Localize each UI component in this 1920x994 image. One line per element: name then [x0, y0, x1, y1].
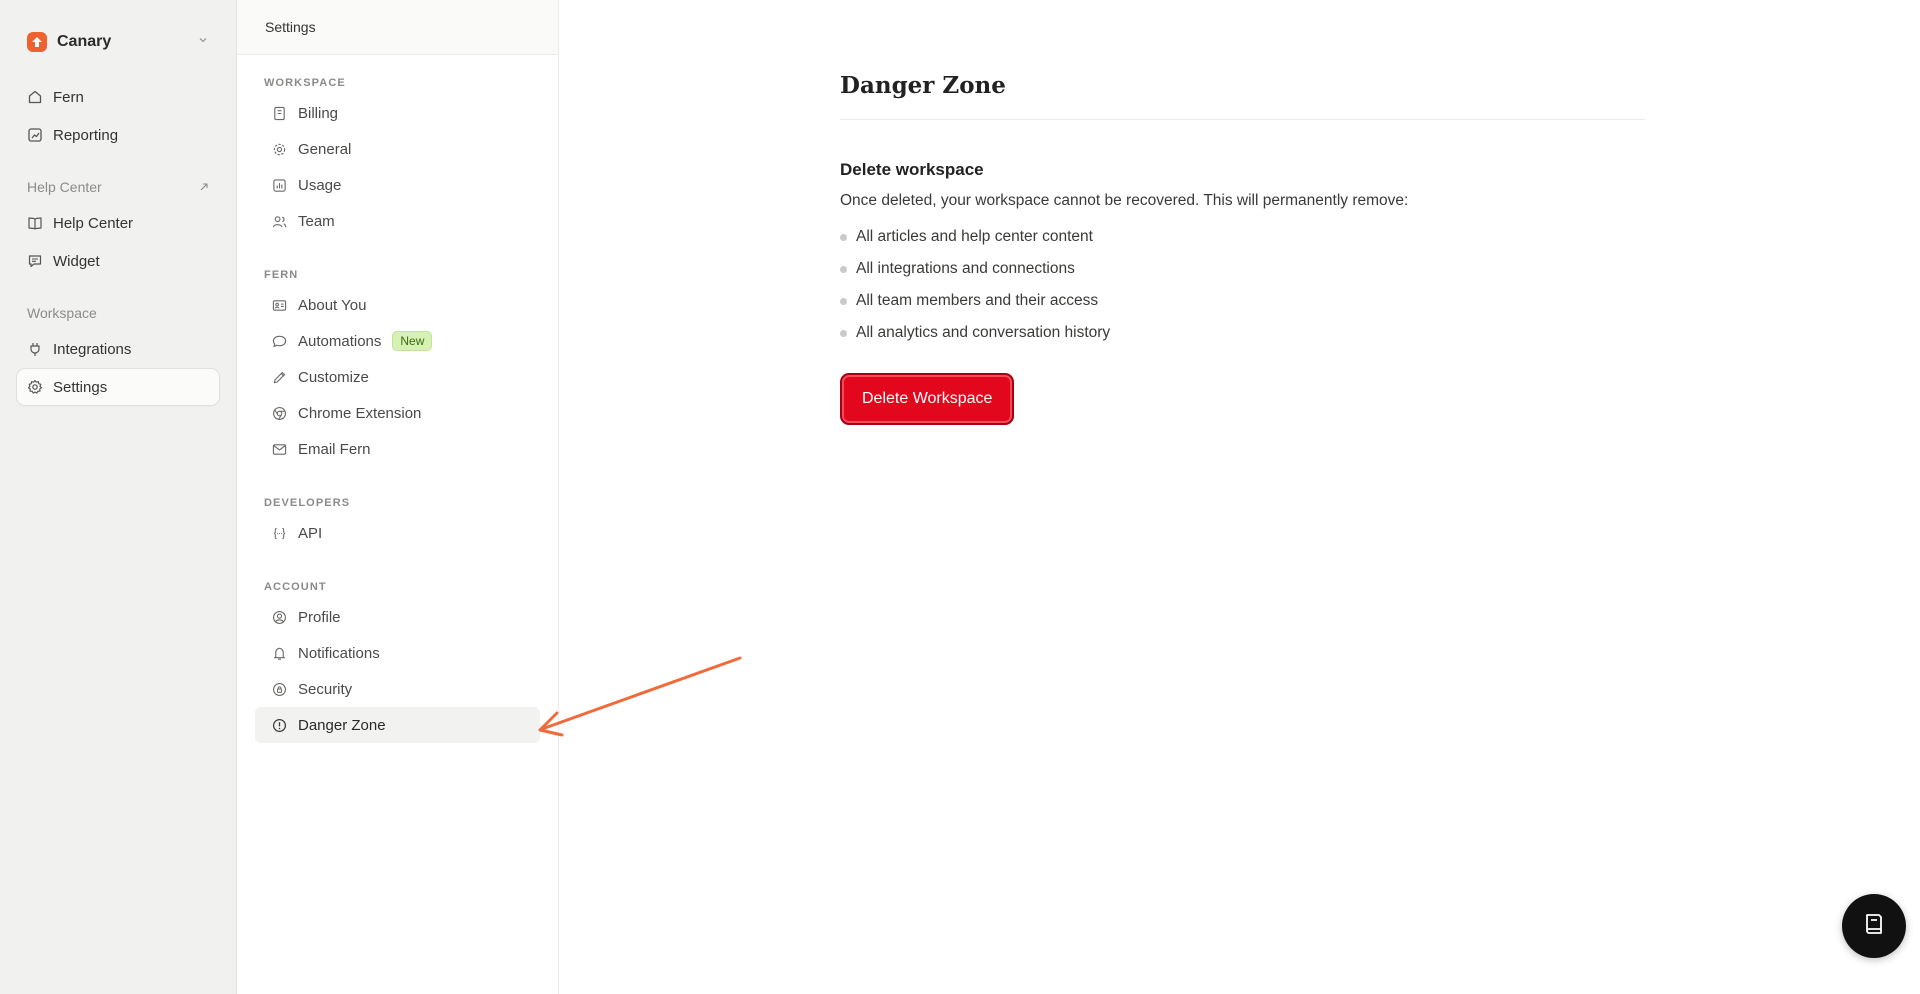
- message-icon: [27, 253, 43, 269]
- chrome-icon: [271, 405, 287, 421]
- list-item: All analytics and conversation history: [840, 317, 1645, 349]
- bar-chart-icon: [271, 177, 287, 193]
- removal-list: All articles and help center content All…: [840, 221, 1645, 349]
- nav-item-label: Fern: [53, 88, 84, 106]
- new-badge: New: [392, 331, 433, 351]
- warning-description: Once deleted, your workspace cannot be r…: [840, 192, 1409, 209]
- workspace-name: Canary: [57, 33, 112, 50]
- gear-icon: [27, 379, 43, 395]
- nav-item-integrations[interactable]: Integrations: [17, 331, 219, 367]
- settings-item-label: Profile: [298, 608, 341, 626]
- code-braces-icon: [271, 525, 287, 541]
- app-sidebar: Canary Fern Reporting Help Center Help C…: [0, 0, 237, 994]
- settings-item-chrome-extension[interactable]: Chrome Extension: [255, 395, 540, 431]
- bullet-icon: [840, 265, 847, 273]
- settings-item-team[interactable]: Team: [255, 203, 540, 239]
- nav-item-fern[interactable]: Fern: [17, 79, 219, 115]
- nav-item-reporting[interactable]: Reporting: [17, 117, 219, 153]
- nav-item-label: Help Center: [53, 214, 134, 232]
- alert-circle-icon: [271, 717, 287, 733]
- settings-item-profile[interactable]: Profile: [255, 599, 540, 635]
- page-title: Danger Zone: [840, 72, 1645, 120]
- settings-item-label: Team: [298, 212, 335, 230]
- bullet-icon: [840, 329, 847, 337]
- nav-item-widget[interactable]: Widget: [17, 243, 219, 279]
- nav-item-label: Settings: [53, 378, 108, 396]
- nav-item-help-center[interactable]: Help Center: [17, 205, 219, 241]
- settings-item-label: Security: [298, 680, 353, 698]
- list-item-text: All articles and help center content: [856, 228, 1093, 245]
- list-item-text: All team members and their access: [856, 292, 1099, 309]
- settings-item-danger-zone[interactable]: Danger Zone: [255, 707, 540, 743]
- settings-item-label: Billing: [298, 104, 339, 122]
- settings-item-label: About You: [298, 296, 367, 314]
- mail-icon: [271, 441, 287, 457]
- main-content: Danger Zone Delete workspace Once delete…: [559, 0, 1920, 994]
- id-card-icon: [271, 297, 287, 313]
- bell-icon: [271, 645, 287, 661]
- gear-icon: [271, 141, 287, 157]
- group-title-workspace: WORKSPACE: [264, 77, 346, 89]
- settings-item-label: Customize: [298, 368, 369, 386]
- list-item: All integrations and connections: [840, 253, 1645, 285]
- settings-item-email-fern[interactable]: Email Fern: [255, 431, 540, 467]
- list-item: All team members and their access: [840, 285, 1645, 317]
- chart-icon: [27, 127, 43, 143]
- settings-item-automations[interactable]: Automations New: [255, 323, 540, 359]
- settings-item-label: Usage: [298, 176, 342, 194]
- help-chat-button[interactable]: [1842, 894, 1906, 958]
- settings-header: Settings: [237, 0, 558, 55]
- list-item-text: All integrations and connections: [856, 260, 1075, 277]
- nav-item-label: Integrations: [53, 340, 132, 358]
- settings-item-label: General: [298, 140, 352, 158]
- settings-item-about-you[interactable]: About You: [255, 287, 540, 323]
- nav-section-workspace: Workspace: [17, 301, 219, 325]
- workspace-logo-icon: [27, 32, 47, 52]
- settings-item-label: API: [298, 524, 323, 542]
- nav-item-label: Widget: [53, 252, 100, 270]
- chat-bubble-icon: [271, 333, 287, 349]
- help-book-icon: [1861, 911, 1887, 942]
- settings-item-customize[interactable]: Customize: [255, 359, 540, 395]
- delete-workspace-button[interactable]: Delete Workspace: [840, 373, 1015, 425]
- group-title-account: ACCOUNT: [264, 581, 327, 593]
- settings-item-general[interactable]: General: [255, 131, 540, 167]
- app-root: Canary Fern Reporting Help Center Help C…: [0, 0, 1920, 994]
- section-label: Workspace: [27, 305, 97, 321]
- section-label: Help Center: [27, 179, 102, 195]
- list-item: All articles and help center content: [840, 221, 1645, 253]
- settings-item-billing[interactable]: Billing: [255, 95, 540, 131]
- settings-item-label: Chrome Extension: [298, 404, 422, 422]
- nav-item-settings[interactable]: Settings: [17, 369, 219, 405]
- shield-lock-icon: [271, 681, 287, 697]
- external-link-icon: [199, 179, 209, 195]
- settings-item-api[interactable]: API: [255, 515, 540, 551]
- group-title-fern: FERN: [264, 269, 299, 281]
- user-circle-icon: [271, 609, 287, 625]
- pencil-icon: [271, 369, 287, 385]
- group-title-developers: DEVELOPERS: [264, 497, 351, 509]
- bullet-icon: [840, 297, 847, 305]
- bullet-icon: [840, 233, 847, 241]
- settings-item-label: Danger Zone: [298, 716, 386, 734]
- receipt-icon: [271, 105, 287, 121]
- settings-item-notifications[interactable]: Notifications: [255, 635, 540, 671]
- book-icon: [27, 215, 43, 231]
- settings-sidebar: Settings WORKSPACE Billing General Usage…: [237, 0, 559, 994]
- settings-item-label: Automations: [298, 332, 382, 350]
- settings-item-security[interactable]: Security: [255, 671, 540, 707]
- settings-item-label: Notifications: [298, 644, 380, 662]
- workspace-switcher[interactable]: Canary: [17, 21, 219, 63]
- users-icon: [271, 213, 287, 229]
- nav-section-help-center[interactable]: Help Center: [17, 175, 219, 199]
- settings-item-usage[interactable]: Usage: [255, 167, 540, 203]
- list-item-text: All analytics and conversation history: [856, 324, 1111, 341]
- chevron-down-icon: [197, 33, 209, 51]
- section-title: Delete workspace: [840, 160, 984, 179]
- nav-item-label: Reporting: [53, 126, 119, 144]
- settings-item-label: Email Fern: [298, 440, 371, 458]
- home-icon: [27, 89, 43, 105]
- plug-icon: [27, 341, 43, 357]
